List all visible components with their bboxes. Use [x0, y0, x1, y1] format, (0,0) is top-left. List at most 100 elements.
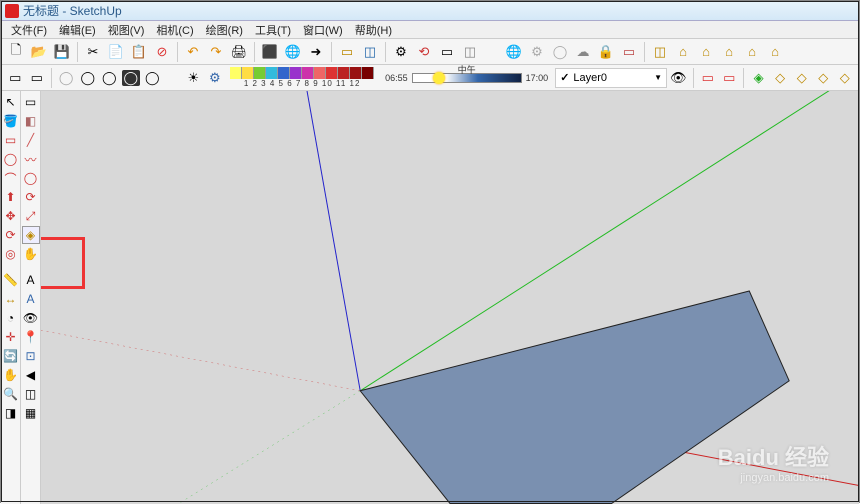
- shadow-toggle[interactable]: ☀: [183, 67, 204, 89]
- rect-icon: ▭: [5, 133, 16, 147]
- delete-button[interactable]: ⊘: [151, 41, 173, 63]
- pan-tool[interactable]: ✋: [2, 366, 20, 384]
- prev-tool[interactable]: ◀: [22, 366, 40, 384]
- eraser-tool[interactable]: ◧: [22, 112, 40, 130]
- geo3-button[interactable]: ◯: [549, 41, 571, 63]
- paste-button[interactable]: 📋: [128, 41, 150, 63]
- back-button[interactable]: ⌂: [741, 41, 763, 63]
- protractor-tool[interactable]: ◔: [2, 309, 20, 327]
- polygon-tool[interactable]: ◯: [22, 169, 40, 187]
- orbit-tool[interactable]: 🔄: [2, 347, 20, 365]
- rect-tool[interactable]: ▭: [2, 131, 20, 149]
- position-tool[interactable]: 📍: [22, 328, 40, 346]
- shadow-settings[interactable]: ⚙: [205, 67, 226, 89]
- undo-button[interactable]: ↶: [182, 41, 204, 63]
- layer-visible-button[interactable]: 👁: [668, 67, 689, 89]
- menu-file[interactable]: 文件(F): [5, 22, 53, 38]
- style6-button[interactable]: ◯: [121, 67, 142, 89]
- left-button[interactable]: ⌂: [764, 41, 786, 63]
- wire-tool[interactable]: ▦: [22, 404, 40, 422]
- month-slider[interactable]: 1 2 3 4 5 6 7 8 9 10 11 12: [226, 67, 378, 88]
- geo6-button[interactable]: ▭: [618, 41, 640, 63]
- axes-tool[interactable]: ✛: [2, 328, 20, 346]
- circle-icon: ◯: [4, 152, 17, 166]
- sandbox7-button[interactable]: ◇: [834, 67, 855, 89]
- followme-tool[interactable]: ⟳: [22, 188, 40, 206]
- freehand-tool[interactable]: 〰: [22, 150, 40, 168]
- dim-tool[interactable]: ↔: [2, 290, 20, 308]
- push-tool[interactable]: ⬆: [2, 188, 20, 206]
- move-tool[interactable]: ✥: [2, 207, 20, 225]
- iso-button[interactable]: ◫: [649, 41, 671, 63]
- redo-button[interactable]: ↷: [205, 41, 227, 63]
- model-button[interactable]: ⬛: [259, 41, 281, 63]
- sandbox5-button[interactable]: ◇: [791, 67, 812, 89]
- highlighted-tool[interactable]: ◈: [22, 226, 40, 244]
- section-tool[interactable]: ◨: [2, 404, 20, 422]
- menu-edit[interactable]: 编辑(E): [53, 22, 102, 38]
- viewport-3d[interactable]: Baidu 经验 jingyan.baidu.com: [41, 91, 859, 504]
- cut-button[interactable]: ✂: [82, 41, 104, 63]
- geo5-button[interactable]: 🔒: [595, 41, 617, 63]
- tutorial-highlight: [41, 237, 85, 289]
- top-button[interactable]: ⌂: [672, 41, 694, 63]
- menu-help[interactable]: 帮助(H): [349, 22, 398, 38]
- sandbox4-button[interactable]: ◇: [770, 67, 791, 89]
- sandbox3-button[interactable]: ◈: [748, 67, 769, 89]
- arc-tool[interactable]: ⌒: [2, 169, 20, 187]
- style2-button[interactable]: ▭: [27, 67, 48, 89]
- circle-tool[interactable]: ◯: [2, 150, 20, 168]
- walk-tool[interactable]: ✋: [22, 245, 40, 263]
- component-tool[interactable]: ▭: [22, 93, 40, 111]
- new-button[interactable]: 🗋: [5, 41, 27, 63]
- warehouse-button[interactable]: ▭: [336, 41, 358, 63]
- line-tool[interactable]: ╱: [22, 131, 40, 149]
- look-tool[interactable]: 👁: [22, 309, 40, 327]
- menu-view[interactable]: 视图(V): [102, 22, 151, 38]
- right-button[interactable]: ⌂: [718, 41, 740, 63]
- menu-window[interactable]: 窗口(W): [297, 22, 349, 38]
- text-tool[interactable]: A: [22, 271, 40, 289]
- style5-button[interactable]: ◯: [99, 67, 120, 89]
- sandbox6-button[interactable]: ◇: [813, 67, 834, 89]
- menu-tools[interactable]: 工具(T): [249, 22, 297, 38]
- layer-dropdown[interactable]: ✓ Layer0 ▼: [555, 68, 667, 88]
- print-button[interactable]: 🖨: [228, 41, 250, 63]
- 3dtext-tool[interactable]: A: [22, 290, 40, 308]
- tape-tool[interactable]: 📏: [2, 271, 20, 289]
- style1-button[interactable]: ▭: [5, 67, 26, 89]
- style7-button[interactable]: ◯: [142, 67, 163, 89]
- save-button[interactable]: 💾: [51, 41, 73, 63]
- style4-button[interactable]: ◯: [77, 67, 98, 89]
- geo-button[interactable]: 🌐: [503, 41, 525, 63]
- sandbox1-button[interactable]: ▭: [697, 67, 718, 89]
- component-button[interactable]: ◫: [359, 41, 381, 63]
- front-button[interactable]: ⌂: [695, 41, 717, 63]
- xray-tool[interactable]: ◫: [22, 385, 40, 403]
- select-button[interactable]: ➜: [305, 41, 327, 63]
- paint-tool[interactable]: 🪣: [2, 112, 20, 130]
- select-tool[interactable]: ↖: [2, 93, 20, 111]
- eraser-icon: ◧: [25, 114, 36, 128]
- zoomext-tool[interactable]: ⊡: [22, 347, 40, 365]
- ext2-button[interactable]: ⟲: [413, 41, 435, 63]
- rotate-tool[interactable]: ⟳: [2, 226, 20, 244]
- time-slider[interactable]: 06:55 中午 17:00: [385, 73, 548, 83]
- orbit-icon: 🔄: [3, 349, 18, 363]
- style3-button[interactable]: ◯: [56, 67, 77, 89]
- scale-tool[interactable]: ⤢: [22, 207, 40, 225]
- geo4-button[interactable]: ☁: [572, 41, 594, 63]
- zoom-tool[interactable]: 🔍: [2, 385, 20, 403]
- menu-draw[interactable]: 绘图(R): [200, 22, 249, 38]
- ext1-button[interactable]: ⚙: [390, 41, 412, 63]
- globe-button[interactable]: 🌐: [282, 41, 304, 63]
- copy-button[interactable]: 📄: [105, 41, 127, 63]
- ext4-button[interactable]: ◫: [459, 41, 481, 63]
- warehouse-icon: ▭: [341, 44, 353, 60]
- geo2-button[interactable]: ⚙: [526, 41, 548, 63]
- sandbox2-button[interactable]: ▭: [719, 67, 740, 89]
- ext3-button[interactable]: ▭: [436, 41, 458, 63]
- menu-camera[interactable]: 相机(C): [150, 22, 199, 38]
- open-button[interactable]: 📂: [28, 41, 50, 63]
- offset-tool[interactable]: ◎: [2, 245, 20, 263]
